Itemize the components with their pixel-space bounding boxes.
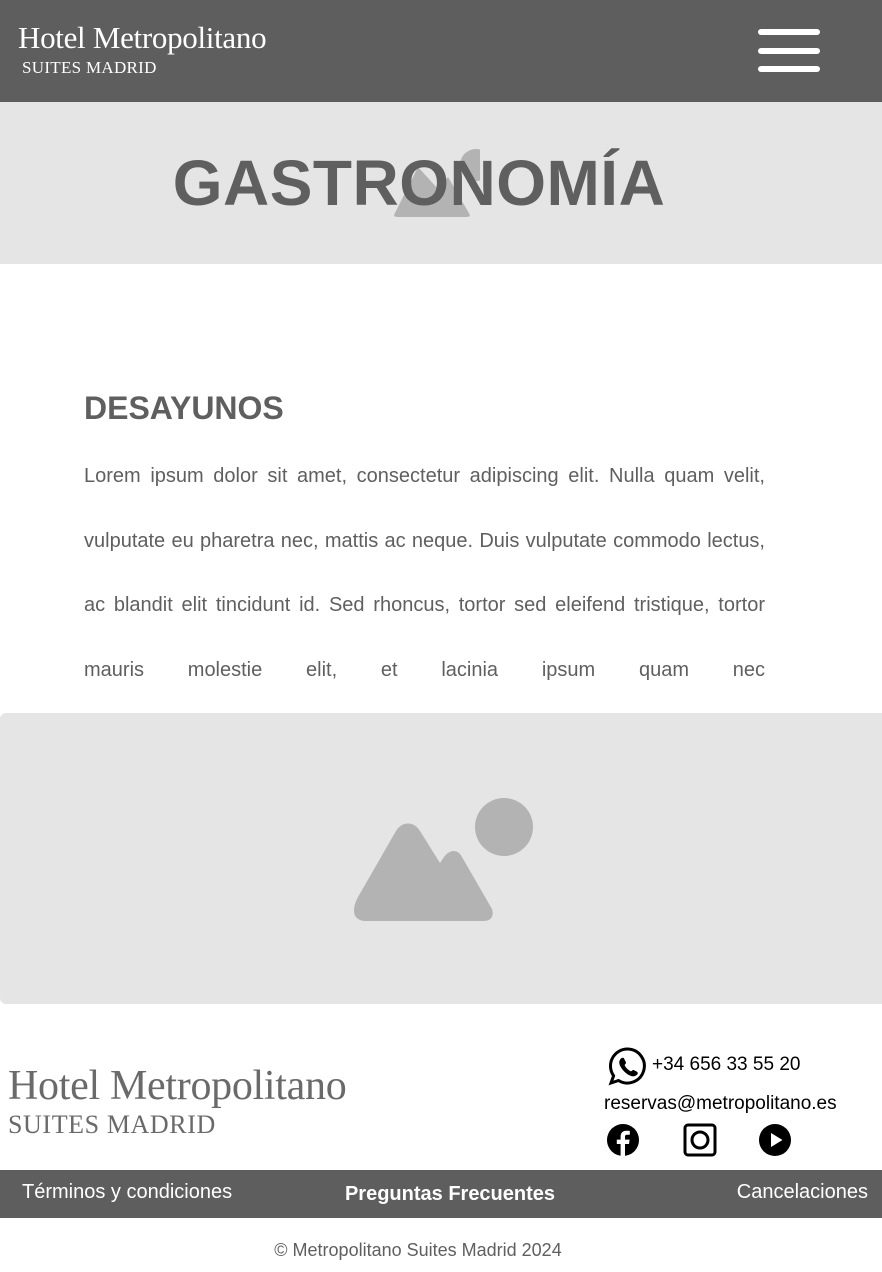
page-title: GASTRONOMÍA xyxy=(172,147,666,219)
brand-subtitle: SUITES MADRID xyxy=(22,58,157,77)
copyright-text: © Metropolitano Suites Madrid 2024 xyxy=(274,1240,562,1260)
hamburger-menu-icon[interactable] xyxy=(752,24,826,78)
site-header: Hotel Metropolitano SUITES MADRID xyxy=(0,0,882,102)
footer-nav: Términos y condiciones Preguntas Frecuen… xyxy=(0,1170,882,1218)
facebook-icon[interactable] xyxy=(606,1123,640,1157)
youtube-icon[interactable] xyxy=(758,1123,792,1157)
footer-brand-title: Hotel Metropolitano xyxy=(8,1063,347,1109)
phone-number[interactable]: +34 656 33 55 20 xyxy=(652,1054,800,1076)
image-placeholder xyxy=(0,713,882,1004)
section-heading: DESAYUNOS xyxy=(84,390,284,426)
image-placeholder-icon xyxy=(354,798,533,921)
hero-banner: GASTRONOMÍA xyxy=(0,102,882,264)
whatsapp-icon[interactable] xyxy=(608,1046,648,1086)
instagram-icon[interactable] xyxy=(683,1123,717,1157)
email-address[interactable]: reservas@metropolitano.es xyxy=(604,1093,837,1115)
brand-title[interactable]: Hotel Metropolitano xyxy=(18,20,267,56)
footer-brand-subtitle: SUITES MADRID xyxy=(8,1110,216,1139)
section-body-text: Lorem ipsum dolor sit amet, consectetur … xyxy=(84,465,765,681)
cancellations-link[interactable]: Cancelaciones xyxy=(737,1181,868,1204)
